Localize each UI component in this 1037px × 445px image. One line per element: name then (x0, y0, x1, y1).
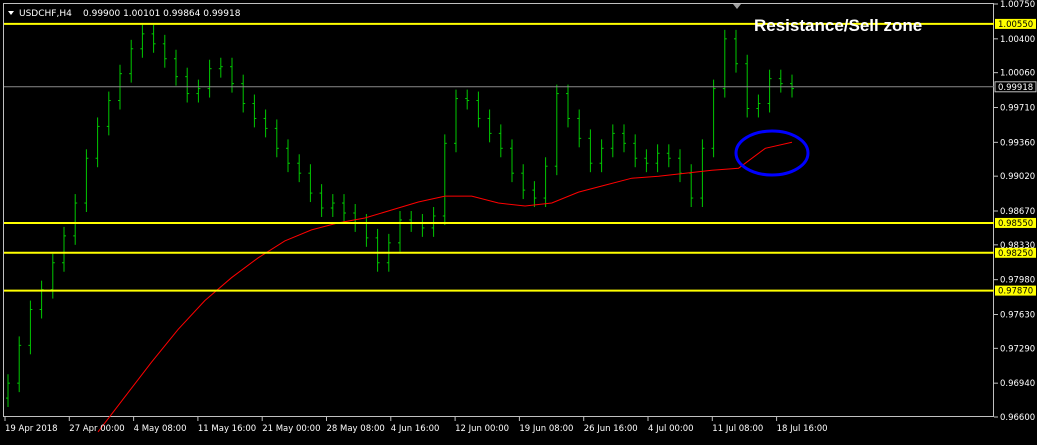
y-tick-label: 0.97980 (1000, 276, 1035, 286)
x-tick-label: 19 Apr 2018 (5, 424, 58, 434)
y-tick-label: 1.00060 (1000, 69, 1035, 79)
level-price-label: 0.97870 (998, 287, 1033, 297)
y-tick-label: 0.98670 (1000, 207, 1035, 217)
chart-window[interactable]: 1.00550 0.98550 0.98250 0.97870 0.99918 1.0… (0, 0, 1037, 441)
y-tick-label: 0.99710 (1000, 103, 1035, 113)
chart-background (0, 0, 1037, 441)
x-tick-label: 11 May 16:00 (198, 424, 256, 434)
chart-header-prices: 0.99900 1.00101 0.99864 0.99918 (83, 9, 241, 19)
level-price-label: 0.98550 (998, 219, 1033, 229)
x-tick-label: 11 Jul 08:00 (712, 424, 763, 434)
level-price-label: 1.00550 (998, 20, 1033, 30)
y-tick-label: 0.99020 (1000, 172, 1035, 182)
y-tick-label: 0.96940 (1000, 379, 1035, 389)
y-tick-label: 0.98330 (1000, 241, 1035, 251)
x-tick-label: 4 Jun 16:00 (391, 424, 440, 434)
x-tick-label: 21 May 00:00 (262, 424, 320, 434)
x-tick-label: 12 Jun 00:00 (455, 424, 509, 434)
y-tick-label: 1.00750 (1000, 0, 1035, 10)
current-price-label: 0.99918 (998, 83, 1033, 93)
x-tick-label: 26 Jun 16:00 (584, 424, 638, 434)
x-tick-label: 18 Jul 16:00 (777, 424, 828, 434)
y-tick-label: 0.97630 (1000, 310, 1035, 320)
x-tick-label: 19 Jun 08:00 (519, 424, 573, 434)
x-tick-label: 28 May 08:00 (327, 424, 385, 434)
x-tick-label: 27 Apr 00:00 (69, 424, 124, 434)
y-tick-label: 0.97290 (1000, 344, 1035, 354)
annotation-resistance-zone: Resistance/Sell zone (754, 16, 922, 35)
y-tick-label: 1.00400 (1000, 35, 1035, 45)
x-tick-label: 4 Jul 00:00 (648, 424, 694, 434)
chart-header-symbol: USDCHF,H4 (19, 9, 72, 19)
y-tick-label: 0.99360 (1000, 138, 1035, 148)
y-tick-label: 0.96600 (1000, 413, 1035, 423)
x-tick-label: 4 May 08:00 (134, 424, 187, 434)
price-chart[interactable]: 1.005500.985500.982500.97870 0.99918 1.0… (0, 0, 1037, 441)
